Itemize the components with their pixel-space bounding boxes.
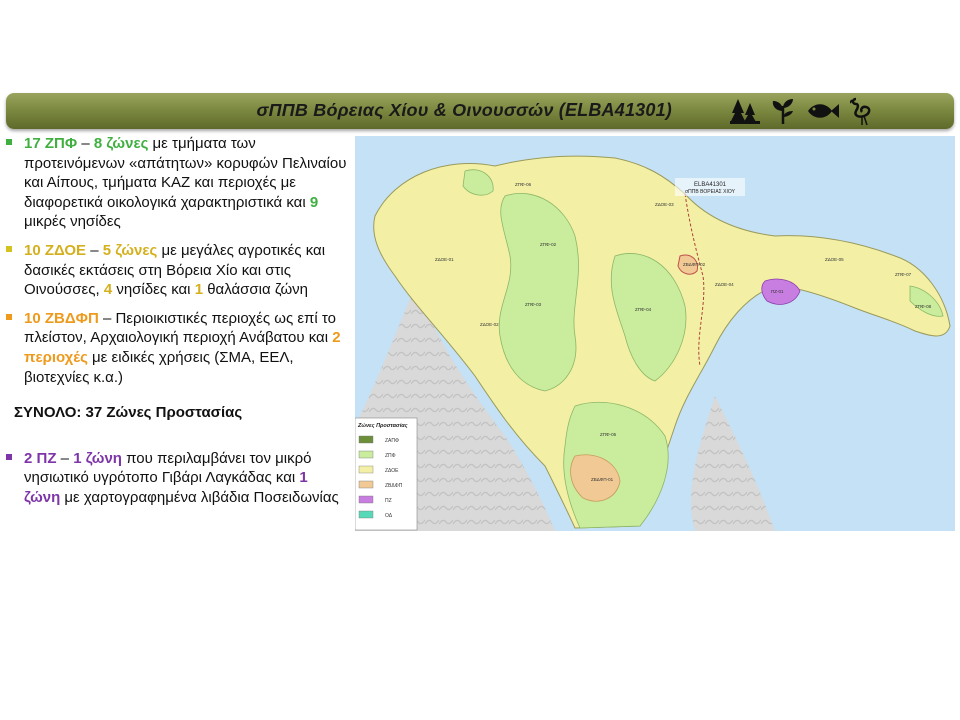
zone-label: ΖΔΟΕ-01: [435, 257, 454, 262]
flamingo-icon: [850, 97, 871, 126]
pz-zone-2-word: ζώνη: [24, 488, 61, 506]
zone-label: ΖΠΦ-08: [915, 304, 932, 309]
legend-swatch: [358, 450, 374, 459]
zone-label: ΖΔΟΕ-03: [655, 202, 674, 207]
zdoe-text-3: θαλάσσια ζώνη: [203, 281, 309, 299]
total-zones: ΣΥΝΟΛΟ: 37 Ζώνες Προστασίας: [14, 404, 243, 422]
zone-label: ΠΖ-01: [771, 289, 784, 294]
legend-swatch: [358, 495, 374, 504]
bullet-marker: [6, 453, 12, 460]
banner-icons: [730, 95, 874, 127]
zpf-text-2: μικρές νησίδες: [24, 213, 121, 231]
bullet-pz: 2 ΠΖ – 1 ζώνη που περιλαμβάνει τον μικρό…: [6, 449, 348, 508]
pz-zone-2-count: 1: [299, 469, 308, 487]
legend-label: ΖΠΦ: [385, 453, 396, 459]
zones-map: ELBA41301 σΠΠΒ ΒΟΡΕΙΑΣ ΧΙΟΥ ΖΠΦ-06 ΖΠΦ-0…: [355, 136, 955, 531]
pz-dash: –: [56, 449, 74, 467]
zdoe-dash: –: [86, 241, 103, 259]
zvdfp-dash: –: [98, 309, 116, 327]
zdoe-zones: 5 ζώνες: [102, 241, 158, 259]
map-caption-1: ELBA41301: [694, 182, 727, 188]
zone-label: ΖΒΔΦΠ-01: [591, 477, 614, 482]
zdoe-text-2: νησίδες και: [112, 281, 195, 299]
pz-zone-1: 1 ζώνη: [73, 449, 122, 467]
bullet-zpf: 17 ΖΠΦ – 8 ζώνες με τμήματα των προτεινό…: [6, 134, 348, 232]
legend-swatch: [358, 465, 374, 474]
zone-label: ΖΒΔΦΠ-02: [683, 262, 706, 267]
legend-swatch: [358, 435, 374, 444]
legend-label: ΖΔΟΕ: [385, 468, 399, 474]
bullet-marker: [6, 313, 12, 320]
bullet-zdoe: 10 ΖΔΟΕ – 5 ζώνες με μεγάλες αγροτικές κ…: [6, 241, 348, 300]
zpf-dash: –: [77, 135, 94, 152]
zpf-zones: 8 ζώνες: [93, 135, 149, 152]
zvdfp-count: 10 ΖΒΔΦΠ: [24, 309, 99, 327]
map-canvas: ELBA41301 σΠΠΒ ΒΟΡΕΙΑΣ ΧΙΟΥ ΖΠΦ-06 ΖΠΦ-0…: [355, 136, 955, 531]
zpf-count: 17 ΖΠΦ: [24, 135, 78, 152]
zdoe-islets-count: 4: [103, 281, 113, 299]
bullet-marker: [6, 139, 12, 145]
plant-icon: [772, 99, 793, 124]
zone-label: ΖΔΟΕ-04: [715, 282, 734, 287]
legend-swatch: [358, 510, 374, 519]
pz-count: 2 ΠΖ: [24, 449, 57, 467]
fish-icon: [808, 104, 839, 118]
zone-label: ΖΠΦ-06: [515, 182, 532, 187]
legend-title: Ζώνες Προστασίας: [357, 423, 408, 429]
bullet-zvdfp: 10 ΖΒΔΦΠ – Περιοικιστικές περιοχές ως επ…: [6, 309, 348, 387]
map-caption-2: σΠΠΒ ΒΟΡΕΙΑΣ ΧΙΟΥ: [685, 189, 736, 195]
trees-icon: [730, 99, 760, 124]
legend-label: ΖΒΔΦΠ: [385, 483, 403, 489]
zone-label: ΖΠΦ-05: [600, 432, 617, 437]
legend-label: ΠΖ: [385, 498, 392, 504]
pz-text-3: με χαρτογραφημένα λιβάδια Ποσειδωνίας: [60, 488, 339, 506]
zpf-islets-count: 9: [309, 193, 319, 211]
zone-label: ΖΠΦ-03: [525, 302, 542, 307]
legend-swatch: [358, 480, 374, 489]
zone-label: ΖΠΦ-04: [635, 307, 652, 312]
legend-label: ΖΑΠΦ: [385, 438, 399, 444]
banner-title: σΠΠΒ Βόρειας Χίου & Οινουσσών (ELBA41301…: [256, 100, 672, 120]
zone-label: ΖΠΦ-07: [895, 272, 912, 277]
zones-description: 17 ΖΠΦ – 8 ζώνες με τμήματα των προτεινό…: [6, 134, 348, 517]
zdoe-sea-count: 1: [194, 281, 204, 299]
zdoe-count: 10 ΖΔΟΕ: [24, 241, 87, 259]
map-legend: Ζώνες Προστασίας ΖΑΠΦ ΖΠΦ ΖΔΟΕ ΖΒΔΦΠ ΠΖ ΟΔ: [355, 417, 418, 531]
bullet-marker: [6, 245, 12, 252]
title-banner: σΠΠΒ Βόρειας Χίου & Οινουσσών (ELBA41301…: [6, 93, 954, 129]
zone-zpf-main: [498, 193, 579, 392]
legend-label: ΟΔ: [385, 513, 393, 519]
zone-label: ΖΠΦ-02: [540, 242, 557, 247]
zone-label: ΖΔΟΕ-05: [825, 257, 844, 262]
zone-label: ΖΔΟΕ-02: [480, 322, 499, 327]
